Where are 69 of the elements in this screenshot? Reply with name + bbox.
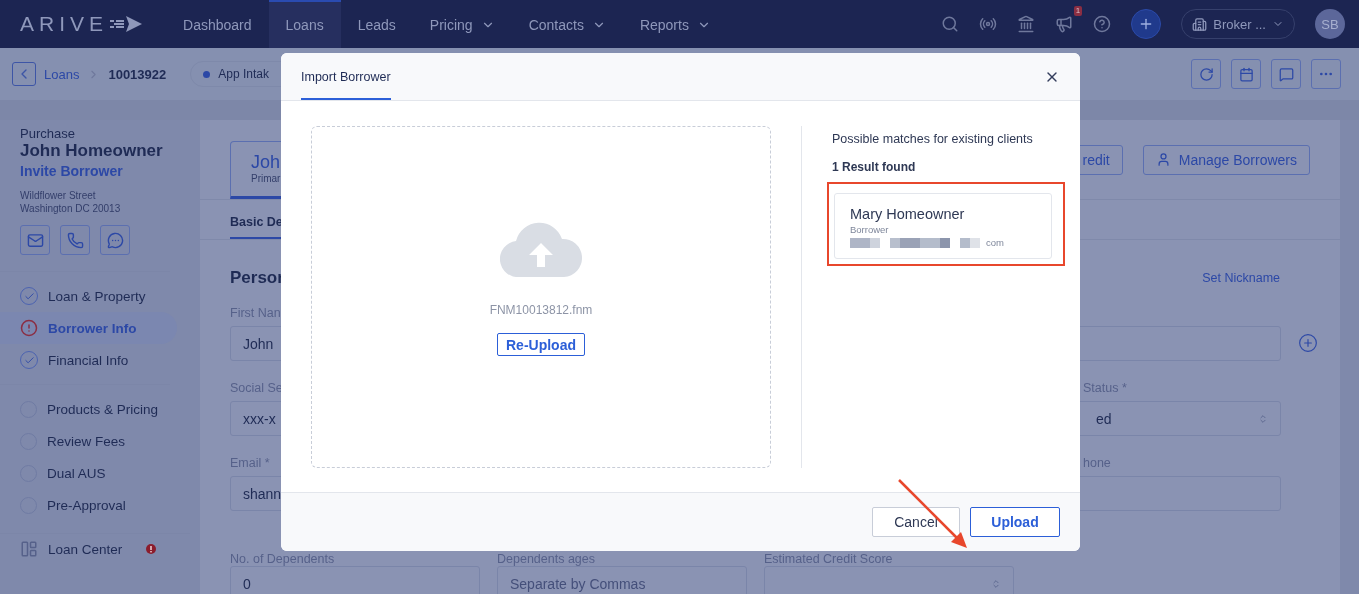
bank-icon[interactable] (1017, 15, 1036, 33)
step-item[interactable]: Borrower Info (0, 312, 177, 344)
reupload-button[interactable]: Re-Upload (497, 333, 585, 356)
match-card[interactable]: Mary Homeowner Borrower com (834, 193, 1052, 259)
nickname-link[interactable]: Set Nickname (1202, 271, 1280, 285)
section-title: Persor (230, 268, 284, 288)
phone-button[interactable] (60, 225, 90, 255)
invite-link[interactable]: Invite Borrower (20, 163, 180, 179)
file-name: FNM10013812.fnm (489, 303, 593, 317)
cancel-button[interactable]: Cancel (872, 507, 960, 537)
notification-badge: 1 (1073, 6, 1083, 16)
upload-button[interactable]: Upload (970, 507, 1060, 537)
matches-heading: Possible matches for existing clients (832, 132, 1034, 146)
step-item[interactable]: Review Fees (0, 425, 177, 457)
step-item[interactable]: Products & Pricing (0, 393, 177, 425)
pointer-arrow (897, 478, 969, 550)
step-item[interactable]: Dual AUS (0, 457, 177, 489)
breadcrumb-link[interactable]: Loans (44, 66, 80, 82)
manage-borrowers-button[interactable]: Manage Borrowers (1142, 144, 1310, 175)
address-line: Wildflower Street (20, 189, 97, 202)
user-icon (1155, 152, 1171, 167)
cloud-upload-icon (500, 221, 582, 277)
step-item[interactable]: Financial Info (0, 344, 177, 376)
comment-button[interactable] (1271, 59, 1301, 89)
loan-center-item[interactable]: Loan Center (0, 533, 190, 564)
calendar-icon (1238, 66, 1254, 82)
status-dot (203, 70, 211, 78)
nav-item[interactable]: Leads (340, 0, 413, 48)
nav-item[interactable]: Pricing (412, 0, 512, 48)
step-item[interactable]: Loan & Property (0, 280, 177, 312)
select-field[interactable] (764, 566, 1014, 594)
input-field[interactable]: 0 (230, 566, 480, 594)
search-icon[interactable] (941, 15, 960, 33)
dialog-tab[interactable]: Import Borrower (301, 70, 391, 100)
help-icon[interactable] (1093, 15, 1112, 33)
upload-dropzone[interactable]: FNM10013812.fnm Re-Upload (311, 126, 771, 468)
step-item[interactable]: Pre-Approval (0, 489, 177, 521)
email-domain: com (986, 237, 1004, 248)
loan-number: 10013922 (108, 66, 167, 82)
refresh-icon (1198, 66, 1214, 82)
more-button[interactable] (1311, 59, 1341, 89)
comment-icon (1278, 66, 1294, 82)
refresh-button[interactable] (1191, 59, 1221, 89)
building-icon (1192, 16, 1208, 32)
user-avatar[interactable]: SB (1315, 9, 1345, 39)
add-button[interactable] (1131, 9, 1162, 39)
broadcast-icon[interactable] (979, 15, 998, 33)
nav-item[interactable]: Loans (268, 0, 341, 48)
calendar-button[interactable] (1231, 59, 1261, 89)
add-circle-icon[interactable] (1298, 333, 1318, 353)
mail-button[interactable] (20, 225, 50, 255)
address-line: Washington DC 20013 (20, 202, 122, 215)
logo-text: ARIVE (20, 12, 109, 36)
nav-item[interactable]: Contacts (511, 0, 623, 48)
nav-item[interactable]: Reports (622, 0, 728, 48)
back-button[interactable] (12, 62, 36, 86)
borrower-name: John Homeowner (20, 141, 164, 161)
layout-icon (20, 540, 38, 558)
nav-item[interactable]: Dashboard (166, 0, 269, 48)
mail-icon (26, 231, 44, 249)
input-field[interactable]: Separate by Commas (497, 566, 747, 594)
chat-button[interactable] (100, 225, 130, 255)
match-role: Borrower (850, 224, 890, 235)
phone-icon (66, 231, 84, 249)
megaphone-icon[interactable] (1055, 15, 1074, 33)
chat-icon (106, 231, 124, 249)
loan-type: Purchase (20, 126, 76, 141)
match-name: Mary Homeowner (850, 206, 966, 222)
result-count: 1 Result found (832, 160, 917, 174)
